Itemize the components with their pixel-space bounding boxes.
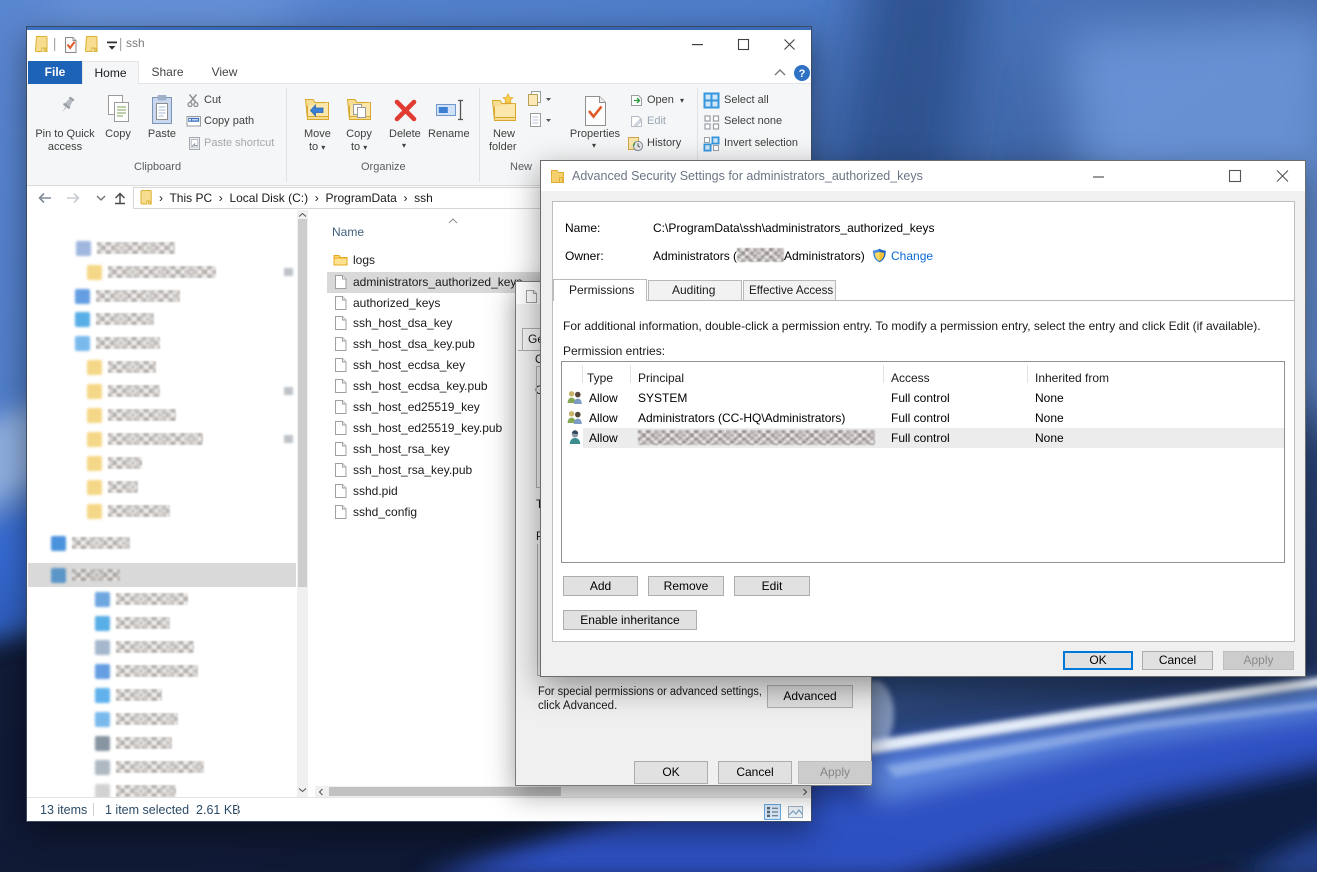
svg-text:?: ? bbox=[799, 68, 806, 80]
